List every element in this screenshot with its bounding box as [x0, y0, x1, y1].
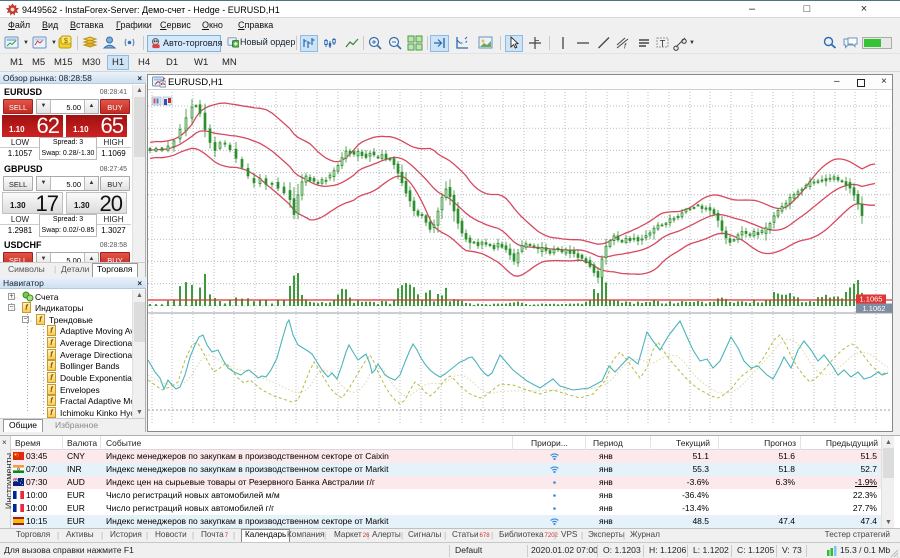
- svg-text:T: T: [660, 39, 666, 49]
- svg-text:1.1062: 1.1062: [863, 304, 886, 313]
- svg-text:f: f: [624, 44, 627, 51]
- svg-text:$: $: [64, 38, 68, 45]
- svg-text:1.1065: 1.1065: [860, 295, 883, 304]
